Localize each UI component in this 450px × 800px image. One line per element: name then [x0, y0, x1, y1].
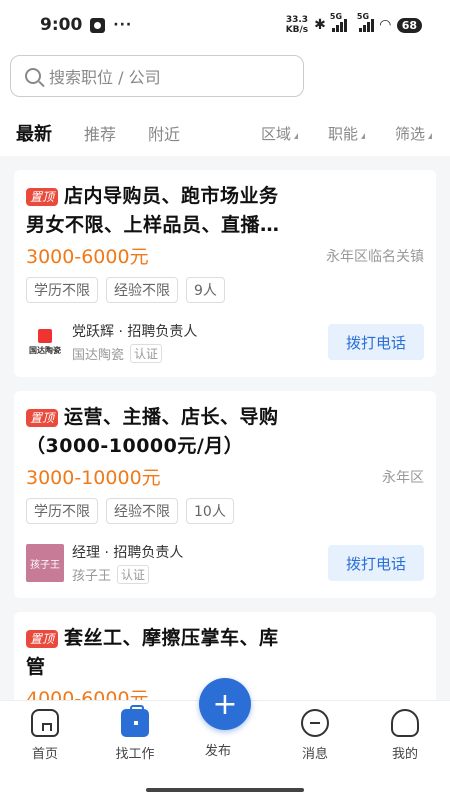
profile-icon [391, 709, 419, 737]
signal-icon-2: 5G [357, 12, 374, 32]
job-title-line: 男女不限、上样品员、直播… [26, 214, 280, 236]
status-time: 9:00 [40, 15, 83, 35]
net-speed-unit: KB/s [285, 25, 309, 35]
company-logo: 孩子王 [26, 544, 64, 582]
caret-icon [360, 133, 365, 139]
company-name: 孩子王 [72, 569, 112, 584]
salary-row: 3000-6000元 永年区临名关镇 [26, 242, 424, 269]
publish-label: 发布 [205, 744, 232, 759]
app-notification-icon [90, 17, 106, 33]
job-salary: 3000-10000元 [26, 467, 161, 489]
nav-profile-label: 我的 [391, 747, 418, 762]
job-tag: 学历不限 [26, 277, 98, 303]
nav-profile[interactable]: 我的 [370, 709, 440, 762]
tab-latest[interactable]: 最新 [16, 120, 52, 146]
recruiter-info: 党跃辉 · 招聘负责人 国达陶瓷 认证 [72, 321, 197, 363]
company-logo: 国达陶瓷 [26, 323, 64, 361]
search-icon [25, 68, 41, 84]
job-title: 运营、主播、店长、导购 [64, 403, 279, 432]
pinned-badge: 置顶 [26, 630, 59, 648]
caret-icon [293, 133, 298, 139]
filters: 区域 职能 筛选 [261, 123, 450, 144]
recruiter-name: 经理 · 招聘负责人 [72, 545, 184, 561]
search-input[interactable]: 搜索职位 / 公司 [10, 55, 304, 97]
publish-button[interactable]: + [199, 678, 251, 730]
filter-region-label: 区域 [260, 124, 291, 143]
filter-more-label: 筛选 [394, 124, 425, 143]
job-title: 套丝工、摩擦压掌车、库 [64, 624, 279, 653]
job-title-row: 置顶 店内导购员、跑市场业务 [26, 182, 424, 211]
job-title: 店内导购员、跑市场业务 [64, 182, 279, 211]
job-salary: 3000-6000元 [26, 246, 149, 268]
job-tag: 经验不限 [106, 277, 178, 303]
job-card[interactable]: 置顶 店内导购员、跑市场业务 男女不限、上样品员、直播… 3000-6000元 … [14, 170, 436, 377]
job-title-line: 运营、主播、店长、导购 [64, 406, 279, 428]
job-title-row: 置顶 运营、主播、店长、导购 [26, 403, 424, 432]
certified-badge: 认证 [117, 565, 150, 584]
job-card[interactable]: 置顶 运营、主播、店长、导购 （3000-10000元/月） 3000-1000… [14, 391, 436, 598]
job-title-line: 套丝工、摩擦压掌车、库 [64, 627, 279, 649]
wifi-icon: ◠ [379, 17, 391, 33]
signal-1-label: 5G [329, 12, 343, 21]
recruiter-company: 国达陶瓷 认证 [72, 344, 197, 363]
job-tag: 9人 [186, 277, 225, 303]
net-speed-value: 33.3 [285, 15, 309, 25]
pinned-badge: 置顶 [26, 188, 59, 206]
company-logo-mark-icon [38, 328, 52, 343]
briefcase-icon [121, 705, 149, 737]
job-location: 永年区临名关镇 [326, 248, 424, 265]
status-bar: 9:00 ··· 33.3 KB/s ✱ 5G 5G ◠ 68 [0, 0, 450, 50]
status-right: 33.3 KB/s ✱ 5G 5G ◠ 68 [286, 12, 422, 35]
search-placeholder: 搜索职位 / 公司 [49, 68, 161, 87]
job-location: 永年区 [382, 469, 424, 486]
home-icon [31, 709, 59, 737]
tab-recommended[interactable]: 推荐 [84, 121, 116, 145]
filter-region[interactable]: 区域 [261, 123, 298, 144]
recruiter-name: 党跃辉 · 招聘负责人 [72, 324, 198, 340]
battery-icon: 68 [396, 17, 422, 33]
caret-icon [428, 133, 432, 139]
filter-function-label: 职能 [327, 124, 358, 143]
recruiter-row: 孩子王 经理 · 招聘负责人 孩子王 认证 拨打电话 [26, 542, 424, 584]
recruiter-company: 孩子王 认证 [72, 565, 183, 584]
nav-messages-label: 消息 [301, 747, 328, 762]
nav-find-job-label: 找工作 [115, 747, 155, 762]
nav-home-label: 首页 [31, 747, 58, 762]
job-tags: 学历不限 经验不限 10人 [26, 498, 424, 524]
nav-messages[interactable]: 消息 [280, 709, 350, 762]
pinned-badge: 置顶 [26, 409, 59, 427]
signal-2-label: 5G [356, 12, 370, 21]
job-tag: 学历不限 [26, 498, 98, 524]
job-tag: 10人 [186, 498, 234, 524]
message-icon [301, 709, 329, 737]
salary-row: 3000-10000元 永年区 [26, 463, 424, 490]
job-tag: 经验不限 [106, 498, 178, 524]
tab-nearby[interactable]: 附近 [148, 121, 180, 145]
status-left: 9:00 ··· [40, 15, 132, 35]
home-indicator[interactable] [146, 788, 304, 792]
bluetooth-icon: ✱ [314, 17, 326, 33]
nav-home[interactable]: 首页 [10, 709, 80, 762]
call-button[interactable]: 拨打电话 [328, 324, 424, 360]
search-bar: 搜索职位 / 公司 [0, 50, 450, 110]
job-title-line: （3000-10000元/月） [26, 435, 244, 457]
job-salary: 4000-6000元 [26, 688, 149, 700]
job-title-line: 店内导购员、跑市场业务 [64, 185, 279, 207]
job-title-row: 置顶 套丝工、摩擦压掌车、库 [26, 624, 424, 653]
filter-more[interactable]: 筛选 [395, 123, 432, 144]
filter-function[interactable]: 职能 [328, 123, 365, 144]
recruiter-info: 经理 · 招聘负责人 孩子王 认证 [72, 542, 183, 584]
call-button[interactable]: 拨打电话 [328, 545, 424, 581]
net-speed: 33.3 KB/s [286, 15, 308, 35]
company-name: 国达陶瓷 [72, 348, 125, 363]
company-logo-text: 国达陶瓷 [29, 345, 61, 355]
tab-bar: 最新 推荐 附近 区域 职能 筛选 [0, 110, 450, 156]
nav-find-job[interactable]: 找工作 [100, 705, 170, 762]
signal-icon-1: 5G [330, 12, 347, 32]
job-tags: 学历不限 经验不限 9人 [26, 277, 424, 303]
recruiter-row: 国达陶瓷 党跃辉 · 招聘负责人 国达陶瓷 认证 拨打电话 [26, 321, 424, 363]
job-list: 置顶 店内导购员、跑市场业务 男女不限、上样品员、直播… 3000-6000元 … [0, 156, 450, 700]
more-notifications-icon: ··· [113, 17, 133, 33]
certified-badge: 认证 [130, 344, 163, 363]
